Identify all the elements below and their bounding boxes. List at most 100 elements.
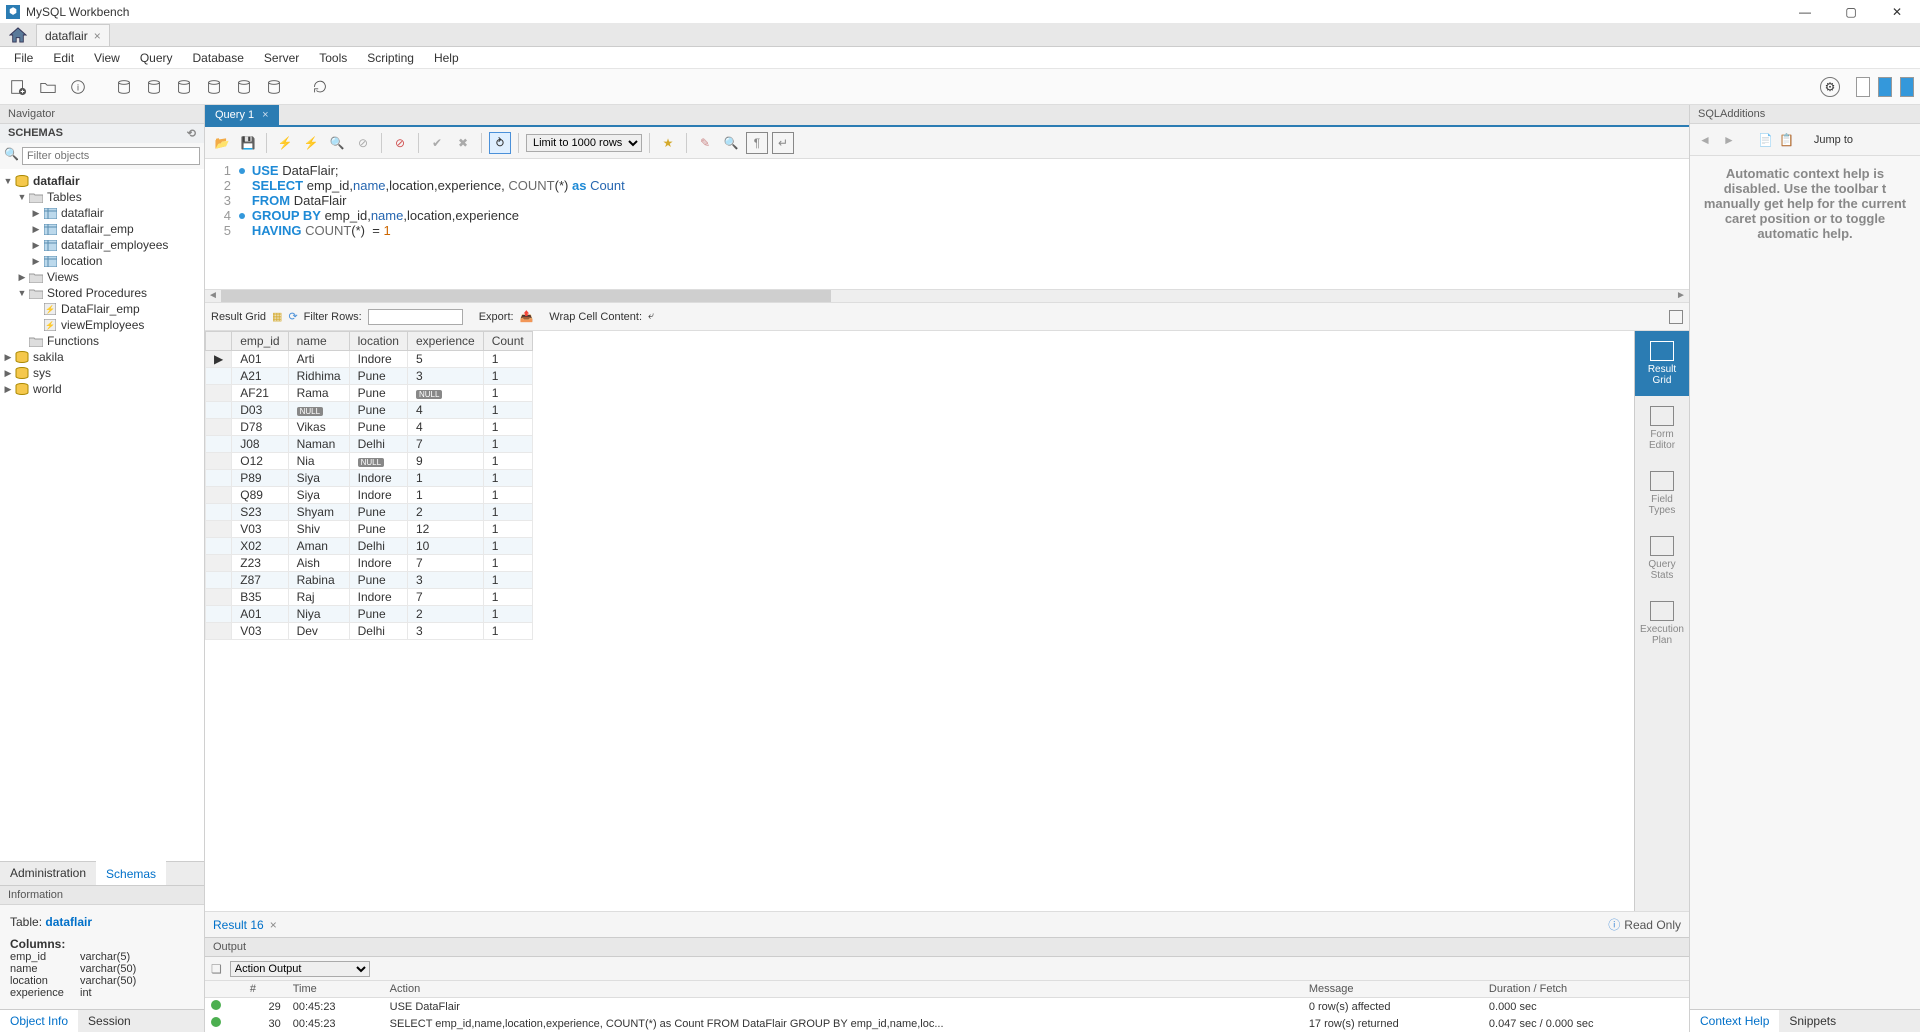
result-side-execution-plan[interactable]: ExecutionPlan (1635, 591, 1689, 656)
home-tab[interactable] (0, 23, 36, 46)
table-row[interactable]: D03NULLPune41 (206, 402, 533, 419)
open-sql-file-icon[interactable] (36, 75, 60, 99)
table-row[interactable]: Z87RabinaPune31 (206, 572, 533, 589)
autocommit-icon[interactable]: ⥁ (489, 132, 511, 154)
stop-icon[interactable]: ⊘ (352, 132, 374, 154)
panel-right-toggle[interactable] (1900, 77, 1914, 97)
connection-tab[interactable]: dataflair × (36, 24, 110, 46)
table-row[interactable]: B35RajIndore71 (206, 589, 533, 606)
menu-scripting[interactable]: Scripting (359, 49, 422, 67)
nav-back-icon[interactable]: ◄ (1696, 133, 1714, 147)
menu-edit[interactable]: Edit (45, 49, 82, 67)
table-row[interactable]: Q89SiyaIndore11 (206, 487, 533, 504)
wrap-icon[interactable]: ↵ (772, 132, 794, 154)
panel-bottom-toggle[interactable] (1878, 77, 1892, 97)
settings-icon[interactable]: ⚙ (1820, 77, 1840, 97)
tree-item-tables[interactable]: ▼Tables (2, 189, 202, 205)
tree-item-dataflair[interactable]: ▶dataflair (2, 205, 202, 221)
filter-icon[interactable]: ⟳ (288, 310, 297, 323)
result-side-form-editor[interactable]: FormEditor (1635, 396, 1689, 461)
tree-item-views[interactable]: ▶Views (2, 269, 202, 285)
tab-object-info[interactable]: Object Info (0, 1010, 78, 1032)
inspector-icon[interactable]: i (66, 75, 90, 99)
result-side-query-stats[interactable]: QueryStats (1635, 526, 1689, 591)
table-row[interactable]: A21RidhimaPune31 (206, 368, 533, 385)
wrap-cell-icon[interactable]: ⤶ (648, 310, 654, 323)
output-type-select[interactable]: Action Output (230, 961, 370, 977)
result-tab[interactable]: Result 16 × (213, 918, 277, 932)
result-side-result-grid[interactable]: ResultGrid (1635, 331, 1689, 396)
tree-item-stored-procedures[interactable]: ▼Stored Procedures (2, 285, 202, 301)
col-location[interactable]: location (349, 332, 407, 351)
table-row[interactable]: V03DevDelhi31 (206, 623, 533, 640)
filter-objects-input[interactable] (22, 147, 200, 165)
clear-output-icon[interactable]: ❏ (211, 962, 222, 976)
execute-icon[interactable]: ⚡ (274, 132, 296, 154)
col-experience[interactable]: experience (407, 332, 483, 351)
commit-icon[interactable]: ✔ (426, 132, 448, 154)
table-row[interactable]: ▶A01ArtiIndore51 (206, 351, 533, 368)
execute-current-icon[interactable]: ⚡ (300, 132, 322, 154)
menu-file[interactable]: File (6, 49, 41, 67)
db-icon-5[interactable] (232, 75, 256, 99)
query-tab[interactable]: Query 1 × (205, 105, 279, 125)
table-row[interactable]: D78VikasPune41 (206, 419, 533, 436)
rollback-icon[interactable]: ✖ (452, 132, 474, 154)
output-row[interactable]: 2900:45:23USE DataFlair0 row(s) affected… (205, 998, 1689, 1016)
db-icon-4[interactable] (202, 75, 226, 99)
filter-rows-input[interactable] (368, 309, 463, 325)
new-sql-tab-icon[interactable] (6, 75, 30, 99)
tree-item-functions[interactable]: Functions (2, 333, 202, 349)
tab-snippets[interactable]: Snippets (1779, 1010, 1846, 1032)
help-icon-1[interactable]: 📄 (1758, 133, 1773, 147)
table-row[interactable]: O12NiaNULL91 (206, 453, 533, 470)
grid-view-icon[interactable]: ▦ (272, 310, 282, 323)
tree-item-dataflair_employees[interactable]: ▶dataflair_employees (2, 237, 202, 253)
open-file-icon[interactable]: 📂 (211, 132, 233, 154)
stop-error-icon[interactable]: ⊘ (389, 132, 411, 154)
col-name[interactable]: name (288, 332, 349, 351)
invisible-chars-icon[interactable]: ¶ (746, 132, 768, 154)
limit-rows-select[interactable]: Limit to 1000 rows (526, 134, 642, 152)
pin-panel-icon[interactable] (1669, 310, 1683, 324)
tab-schemas[interactable]: Schemas (96, 861, 166, 885)
panel-left-toggle[interactable] (1856, 77, 1870, 97)
table-row[interactable]: AF21RamaPuneNULL1 (206, 385, 533, 402)
table-row[interactable]: P89SiyaIndore11 (206, 470, 533, 487)
tree-item-sakila[interactable]: ▶sakila (2, 349, 202, 365)
db-icon-6[interactable] (262, 75, 286, 99)
tree-item-viewemployees[interactable]: ⚡viewEmployees (2, 317, 202, 333)
table-row[interactable]: J08NamanDelhi71 (206, 436, 533, 453)
menu-query[interactable]: Query (132, 49, 181, 67)
table-row[interactable]: A01NiyaPune21 (206, 606, 533, 623)
tree-item-dataflair_emp[interactable]: ⚡DataFlair_emp (2, 301, 202, 317)
col-Count[interactable]: Count (483, 332, 532, 351)
close-result-tab-icon[interactable]: × (270, 918, 277, 932)
menu-tools[interactable]: Tools (311, 49, 355, 67)
save-file-icon[interactable]: 💾 (237, 132, 259, 154)
close-tab-icon[interactable]: × (94, 29, 101, 43)
result-side-field-types[interactable]: FieldTypes (1635, 461, 1689, 526)
help-icon-2[interactable]: 📋 (1779, 133, 1794, 147)
col-emp_id[interactable]: emp_id (232, 332, 288, 351)
favorite-icon[interactable]: ★ (657, 132, 679, 154)
tree-item-location[interactable]: ▶location (2, 253, 202, 269)
menu-help[interactable]: Help (426, 49, 467, 67)
table-row[interactable]: Z23AishIndore71 (206, 555, 533, 572)
explain-icon[interactable]: 🔍 (326, 132, 348, 154)
close-button[interactable]: ✕ (1874, 0, 1920, 23)
tab-session[interactable]: Session (78, 1010, 141, 1032)
tree-item-dataflair_emp[interactable]: ▶dataflair_emp (2, 221, 202, 237)
tree-item-world[interactable]: ▶world (2, 381, 202, 397)
nav-forward-icon[interactable]: ► (1720, 133, 1738, 147)
tree-item-dataflair[interactable]: ▼dataflair (2, 173, 202, 189)
menu-server[interactable]: Server (256, 49, 307, 67)
tree-item-sys[interactable]: ▶sys (2, 365, 202, 381)
rebuild-icon[interactable] (308, 75, 332, 99)
table-row[interactable]: S23ShyamPune21 (206, 504, 533, 521)
tab-administration[interactable]: Administration (0, 862, 96, 885)
db-icon-3[interactable] (172, 75, 196, 99)
refresh-schemas-icon[interactable]: ⟲ (187, 127, 196, 140)
minimize-button[interactable]: — (1782, 0, 1828, 23)
find-icon[interactable]: 🔍 (720, 132, 742, 154)
